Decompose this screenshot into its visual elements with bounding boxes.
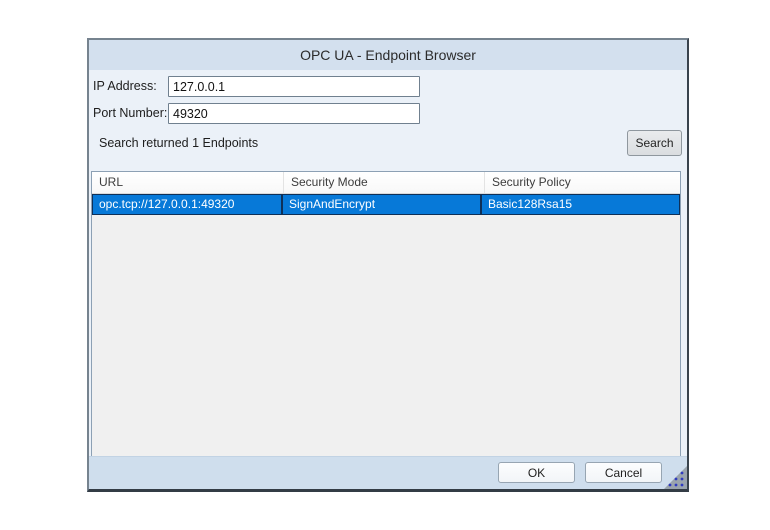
endpoints-table-header: URL Security Mode Security Policy xyxy=(92,172,680,194)
column-header-security-mode[interactable]: Security Mode xyxy=(284,172,485,193)
opcua-endpoint-browser-dialog: OPC UA - Endpoint Browser IP Address: Po… xyxy=(87,38,689,492)
cancel-button[interactable]: Cancel xyxy=(585,462,662,483)
dialog-titlebar[interactable]: OPC UA - Endpoint Browser xyxy=(89,40,687,70)
port-number-label: Port Number: xyxy=(93,103,167,124)
column-header-security-policy[interactable]: Security Policy xyxy=(485,172,680,193)
cell-security-policy[interactable]: Basic128Rsa15 xyxy=(482,195,679,214)
ip-address-input[interactable] xyxy=(168,76,420,97)
resize-grip-icon[interactable] xyxy=(664,466,687,489)
endpoints-table[interactable]: URL Security Mode Security Policy opc.tc… xyxy=(91,171,681,457)
ip-address-label: IP Address: xyxy=(93,76,157,97)
cell-url[interactable]: opc.tcp://127.0.0.1:49320 xyxy=(93,195,283,214)
column-header-url[interactable]: URL xyxy=(92,172,284,193)
dialog-title: OPC UA - Endpoint Browser xyxy=(300,47,476,63)
port-number-input[interactable] xyxy=(168,103,420,124)
ok-button[interactable]: OK xyxy=(498,462,575,483)
cell-security-mode[interactable]: SignAndEncrypt xyxy=(283,195,482,214)
search-button[interactable]: Search xyxy=(627,130,682,156)
search-status-text: Search returned 1 Endpoints xyxy=(99,136,258,150)
table-row[interactable]: opc.tcp://127.0.0.1:49320 SignAndEncrypt… xyxy=(92,194,680,215)
